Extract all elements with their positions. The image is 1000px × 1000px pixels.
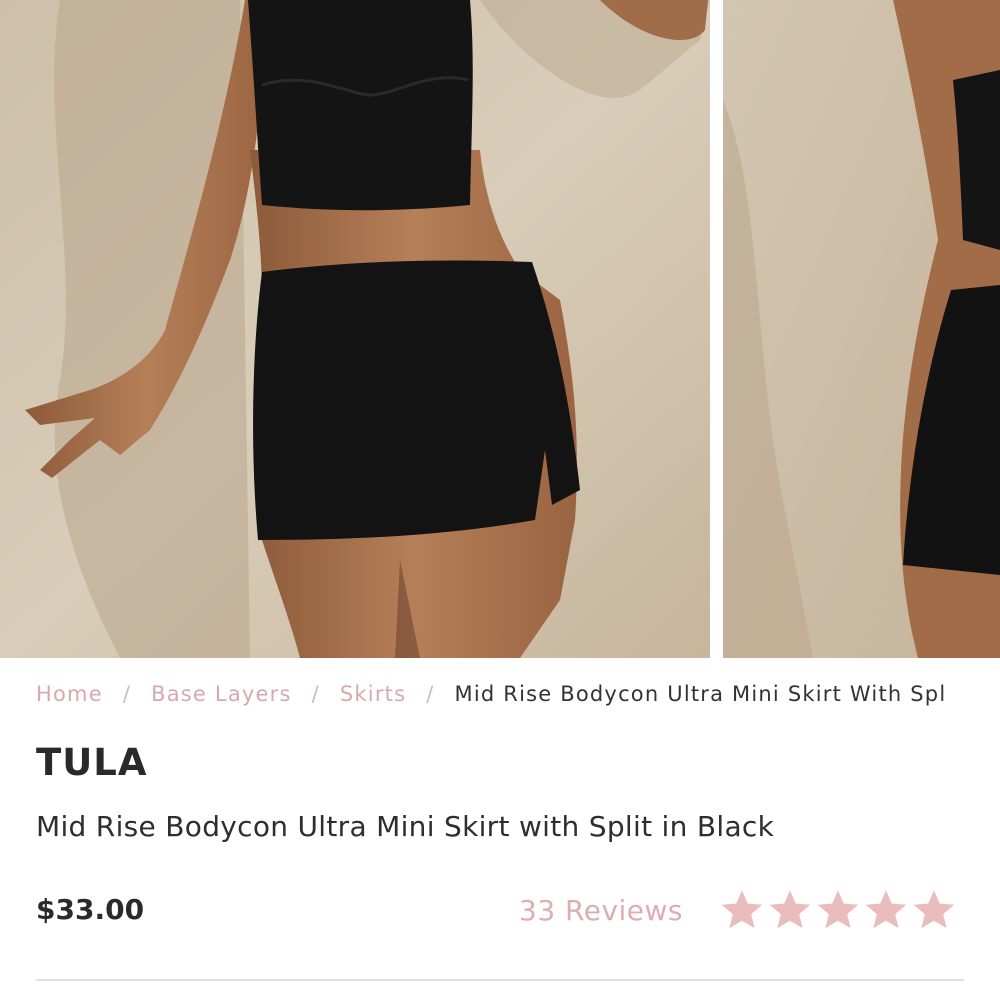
breadcrumb-separator: / bbox=[311, 682, 320, 706]
product-photo-side[interactable] bbox=[723, 0, 1000, 658]
breadcrumb-link-skirts[interactable]: Skirts bbox=[340, 682, 406, 706]
brand-name[interactable]: TULA bbox=[36, 741, 148, 784]
reviews-link[interactable]: 33 Reviews bbox=[519, 894, 683, 927]
breadcrumb-separator: / bbox=[426, 682, 435, 706]
star-icon bbox=[721, 890, 763, 929]
product-photo-front-image bbox=[0, 0, 710, 658]
star-icon bbox=[769, 890, 811, 929]
product-image-gallery[interactable] bbox=[0, 0, 1000, 658]
star-icon bbox=[865, 890, 907, 929]
divider bbox=[36, 979, 964, 981]
breadcrumb-link-base-layers[interactable]: Base Layers bbox=[151, 682, 292, 706]
breadcrumb-separator: / bbox=[122, 682, 132, 706]
star-rating[interactable] bbox=[718, 886, 958, 934]
product-photo-front[interactable] bbox=[0, 0, 710, 658]
product-title: Mid Rise Bodycon Ultra Mini Skirt with S… bbox=[36, 810, 775, 843]
breadcrumb-link-home[interactable]: Home bbox=[36, 682, 103, 706]
product-photo-side-image bbox=[723, 0, 1000, 658]
product-price: $33.00 bbox=[36, 893, 145, 926]
star-icon bbox=[817, 890, 859, 929]
breadcrumb: Home / Base Layers / Skirts / Mid Rise Bodycon… bbox=[36, 682, 966, 712]
breadcrumb-current: Mid Rise Bodycon Ultra Mini Skirt With S… bbox=[454, 682, 947, 706]
star-icon bbox=[913, 890, 955, 929]
